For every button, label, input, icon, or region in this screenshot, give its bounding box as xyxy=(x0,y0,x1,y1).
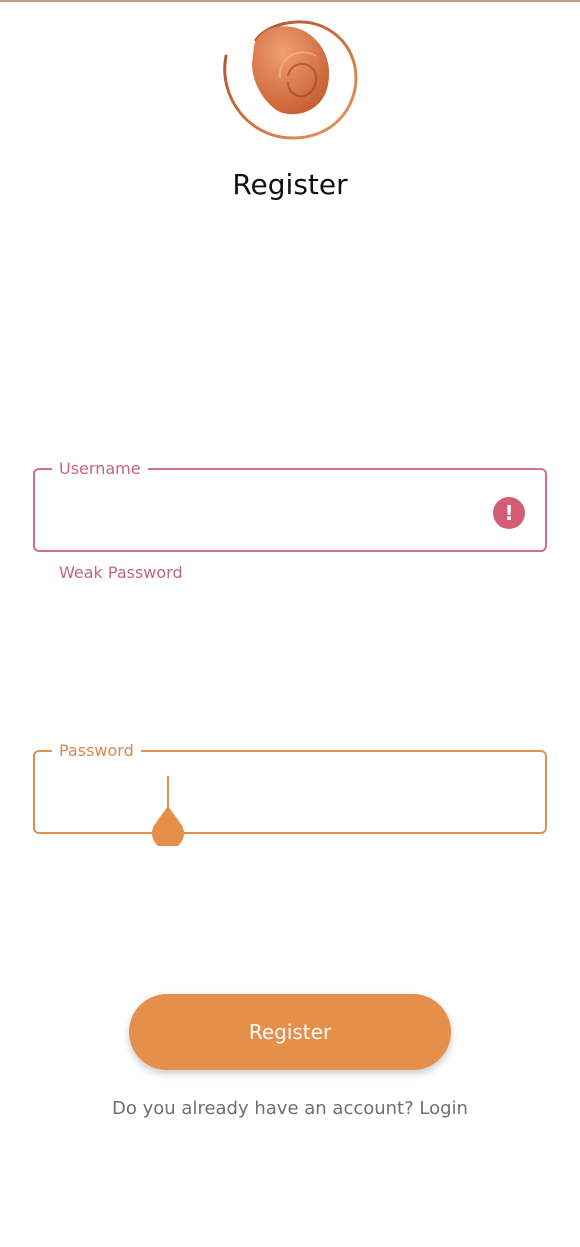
username-field[interactable]: Username ! xyxy=(33,457,547,552)
login-link[interactable]: Login xyxy=(419,1098,468,1119)
login-prompt: Do you already have an account? Login xyxy=(0,1098,580,1119)
register-button[interactable]: Register xyxy=(129,994,451,1070)
error-icon: ! xyxy=(493,497,525,529)
password-label: Password xyxy=(52,739,141,763)
password-input[interactable] xyxy=(55,774,485,810)
password-field[interactable]: Password xyxy=(33,739,547,834)
username-input[interactable] xyxy=(55,492,485,528)
username-helper-text: Weak Password xyxy=(59,563,183,582)
username-label: Username xyxy=(52,457,148,481)
cursor-handle-icon[interactable] xyxy=(152,806,184,846)
shell-logo-icon xyxy=(223,20,358,140)
page-title: Register xyxy=(232,168,348,201)
login-prompt-text: Do you already have an account? xyxy=(112,1098,414,1119)
top-divider xyxy=(0,0,580,2)
